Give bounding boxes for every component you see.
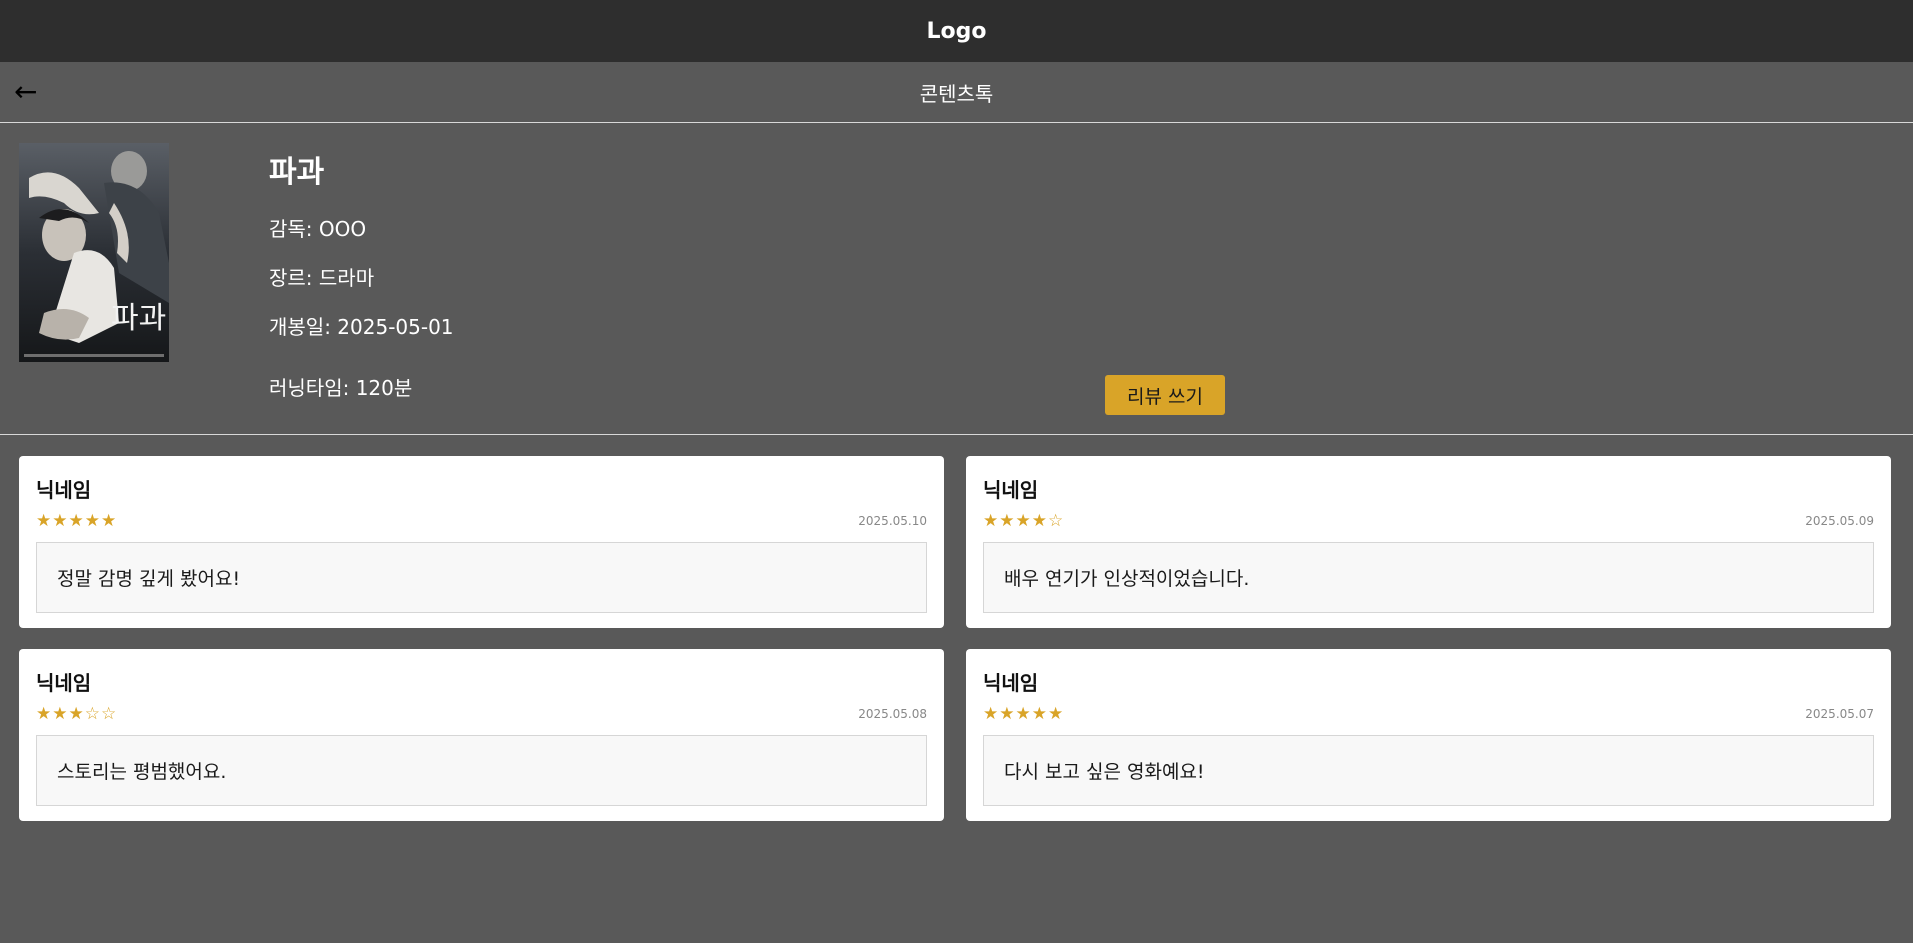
review-date: 2025.05.10 xyxy=(858,514,927,528)
movie-details: 파과 감독: OOO 장르: 드라마 개봉일: 2025-05-01 러닝타임:… xyxy=(269,147,454,421)
back-arrow-icon[interactable]: ← xyxy=(14,76,37,108)
review-text: 스토리는 평범했어요. xyxy=(36,735,927,806)
review-date: 2025.05.07 xyxy=(1805,707,1874,721)
reviewer-nickname: 닉네임 xyxy=(983,671,1039,695)
review-text: 배우 연기가 인상적이었습니다. xyxy=(983,542,1874,613)
review-date: 2025.05.08 xyxy=(858,707,927,721)
review-card: 닉네임 ★★★☆☆ 2025.05.08 스토리는 평범했어요. xyxy=(19,649,944,821)
sub-header: ← 콘텐츠톡 xyxy=(0,62,1913,123)
movie-info-section: 파과 파과 감독: OOO 장르: 드라마 개봉일: 2025-05-01 러닝… xyxy=(0,123,1913,435)
top-header: Logo xyxy=(0,0,1913,62)
reviewer-nickname: 닉네임 xyxy=(36,478,92,502)
review-card: 닉네임 ★★★★★ 2025.05.07 다시 보고 싶은 영화예요! xyxy=(966,649,1891,821)
star-rating: ★★★★☆ xyxy=(983,511,1065,531)
reviewer-nickname: 닉네임 xyxy=(983,478,1039,502)
poster-title-text: 파과 xyxy=(111,301,166,336)
movie-release-date: 개봉일: 2025-05-01 xyxy=(269,315,454,339)
movie-genre: 장르: 드라마 xyxy=(269,266,375,290)
star-rating: ★★★★★ xyxy=(983,704,1065,724)
movie-poster: 파과 xyxy=(19,143,169,362)
movie-title: 파과 xyxy=(269,155,325,190)
movie-runtime: 러닝타임: 120분 xyxy=(269,376,413,400)
write-review-button[interactable]: 리뷰 쓰기 xyxy=(1105,375,1225,415)
movie-director: 감독: OOO xyxy=(269,217,367,241)
reviewer-nickname: 닉네임 xyxy=(36,671,92,695)
review-card: 닉네임 ★★★★★ 2025.05.10 정말 감명 깊게 봤어요! xyxy=(19,456,944,628)
review-card: 닉네임 ★★★★☆ 2025.05.09 배우 연기가 인상적이었습니다. xyxy=(966,456,1891,628)
star-rating: ★★★☆☆ xyxy=(36,704,118,724)
review-text: 정말 감명 깊게 봤어요! xyxy=(36,542,927,613)
review-date: 2025.05.09 xyxy=(1805,514,1874,528)
review-text: 다시 보고 싶은 영화예요! xyxy=(983,735,1874,806)
page-title: 콘텐츠톡 xyxy=(919,81,994,106)
review-list: 닉네임 ★★★★★ 2025.05.10 정말 감명 깊게 봤어요! 닉네임 ★… xyxy=(19,456,1891,821)
logo[interactable]: Logo xyxy=(927,19,987,44)
star-rating: ★★★★★ xyxy=(36,511,118,531)
